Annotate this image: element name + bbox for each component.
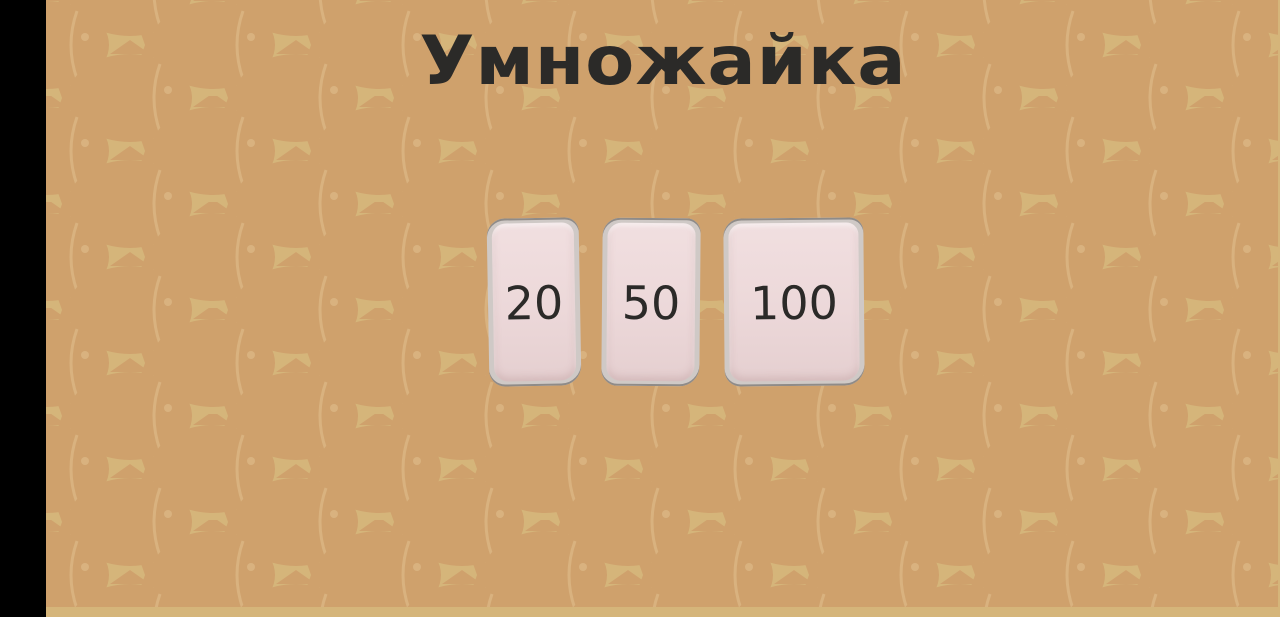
option-50-label: 50	[621, 275, 681, 331]
option-20-button[interactable]: 20	[486, 217, 582, 387]
difficulty-options: 20 50 100	[46, 217, 1280, 396]
game-screen: Умножайка 20 50 100	[46, 0, 1280, 617]
game-title: Умножайка	[419, 22, 907, 101]
option-100-label: 100	[749, 275, 839, 331]
option-50-button[interactable]: 50	[601, 217, 701, 387]
option-20-label: 20	[504, 275, 564, 331]
option-100-button[interactable]: 100	[723, 217, 865, 387]
left-black-bar	[0, 0, 46, 617]
